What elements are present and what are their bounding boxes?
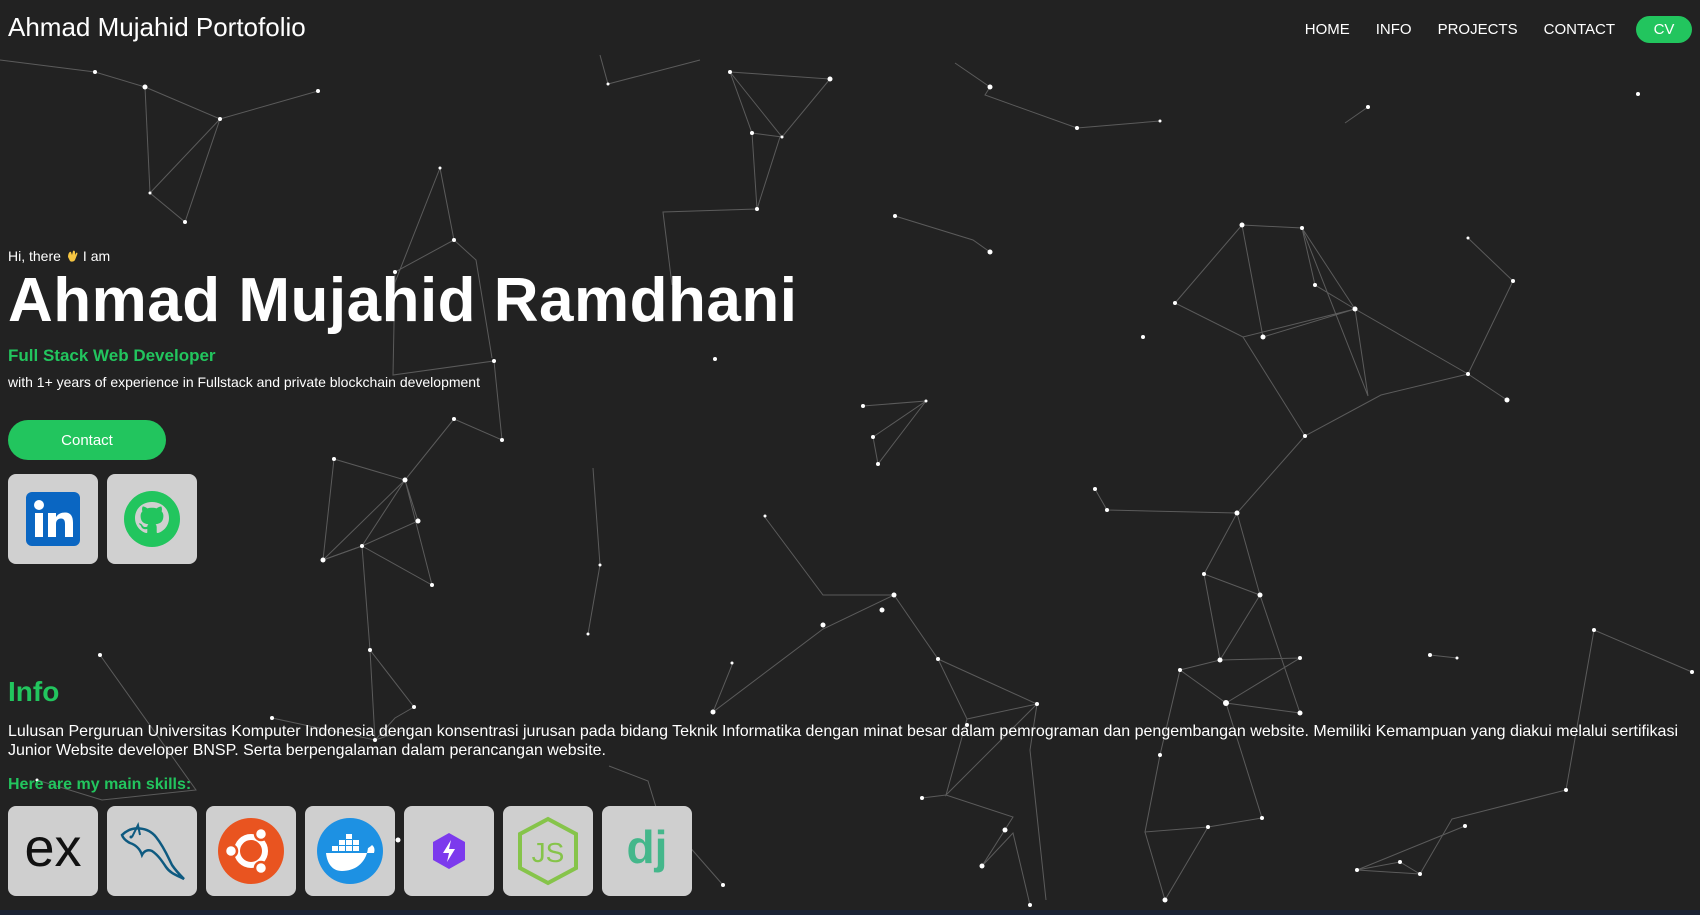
vite-icon [433,833,465,869]
cv-button[interactable]: CV [1636,16,1692,43]
greeting-text: Hi, there [8,248,61,264]
skill-docker [305,806,395,896]
hero-role: Full Stack Web Developer [8,346,216,365]
hero-section: Hi, there I am Ahmad Mujahid Ramdhani Fu… [8,248,797,564]
svg-text:dj: dj [627,821,668,873]
skill-vite [404,806,494,896]
ubuntu-icon [218,818,284,884]
info-title: Info [8,676,60,707]
main-nav: HOME INFO PROJECTS CONTACT CV [1292,16,1692,43]
skill-mysql [107,806,197,896]
greeting-suffix: I am [82,248,111,264]
nav-info[interactable]: INFO [1363,21,1425,38]
nodejs-icon: JS [518,816,578,886]
nav-projects[interactable]: PROJECTS [1425,21,1531,38]
nav-home[interactable]: HOME [1292,21,1363,38]
bottom-strip [0,910,1700,915]
info-section: Info Lulusan Perguruan Universitas Kompu… [8,676,1688,896]
github-link[interactable] [107,474,197,564]
info-description: Lulusan Perguruan Universitas Komputer I… [8,723,1678,759]
social-links [8,474,797,564]
site-brand[interactable]: Ahmad Mujahid Portofolio [8,12,306,43]
skill-express: ex [8,806,98,896]
greeting: Hi, there I am [8,248,797,264]
svg-text:ex: ex [24,821,81,878]
hero-name: Ahmad Mujahid Ramdhani [8,266,798,335]
hero-experience: with 1+ years of experience in Fullstack… [8,374,480,390]
docker-icon [317,818,383,884]
express-icon: ex [24,821,81,878]
skill-django: dj [602,806,692,896]
contact-button[interactable]: Contact [8,420,166,460]
skills-list: ex JS dj [8,806,1688,896]
nav-contact[interactable]: CONTACT [1531,21,1628,38]
svg-text:JS: JS [532,837,565,868]
skills-title: Here are my main skills: [8,776,192,793]
mysql-icon [120,821,185,881]
waving-hand-icon [65,249,79,263]
linkedin-icon [26,492,80,546]
github-icon [124,491,180,547]
django-icon: dj [627,821,668,873]
linkedin-link[interactable] [8,474,98,564]
skill-nodejs: JS [503,806,593,896]
skill-ubuntu [206,806,296,896]
